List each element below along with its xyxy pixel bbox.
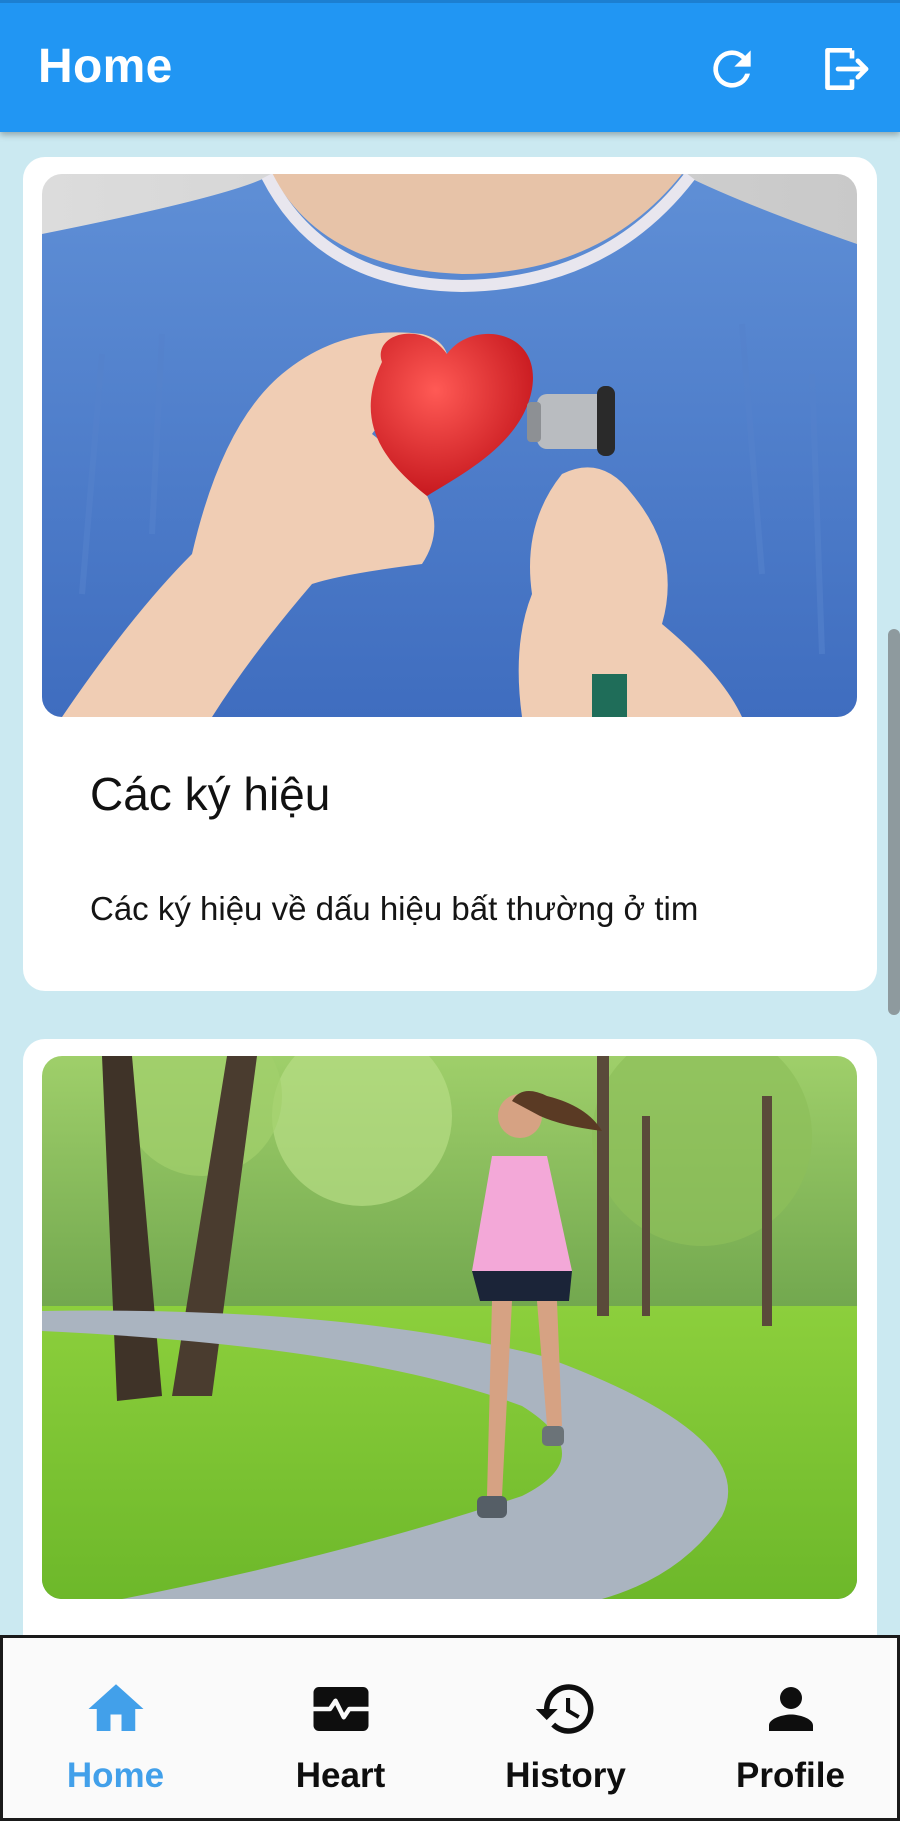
nav-item-heart[interactable]: Heart xyxy=(228,1638,453,1818)
logout-icon[interactable] xyxy=(817,41,873,97)
bottom-navigation: Home Heart History Profile xyxy=(0,1635,900,1821)
app-bar: Home xyxy=(0,0,900,132)
page-title: Home xyxy=(38,40,173,93)
nav-label: Home xyxy=(66,1756,165,1795)
nav-label: History xyxy=(505,1756,626,1795)
heart-stethoscope-photo xyxy=(42,174,857,717)
card-description: Các ký hiệu về dấu hiệu bất thường ở tim xyxy=(90,890,699,927)
nav-item-home[interactable]: Home xyxy=(3,1638,228,1818)
scrollbar[interactable] xyxy=(888,629,900,1015)
nav-item-profile[interactable]: Profile xyxy=(678,1638,900,1818)
person-icon xyxy=(758,1676,824,1742)
heart-monitor-icon xyxy=(308,1676,374,1742)
feed-list[interactable]: Các ký hiệu Các ký hiệu về dấu hiệu bất … xyxy=(0,132,900,1635)
home-icon xyxy=(83,1676,149,1742)
article-card[interactable] xyxy=(23,1039,877,1635)
article-card[interactable]: Các ký hiệu Các ký hiệu về dấu hiệu bất … xyxy=(23,157,877,991)
nav-item-history[interactable]: History xyxy=(453,1638,678,1818)
woman-running-in-park-photo xyxy=(42,1056,857,1599)
refresh-icon[interactable] xyxy=(704,41,760,97)
card-title: Các ký hiệu xyxy=(90,768,331,820)
history-icon xyxy=(533,1676,599,1742)
nav-label: Profile xyxy=(736,1756,845,1795)
nav-label: Heart xyxy=(295,1756,386,1795)
